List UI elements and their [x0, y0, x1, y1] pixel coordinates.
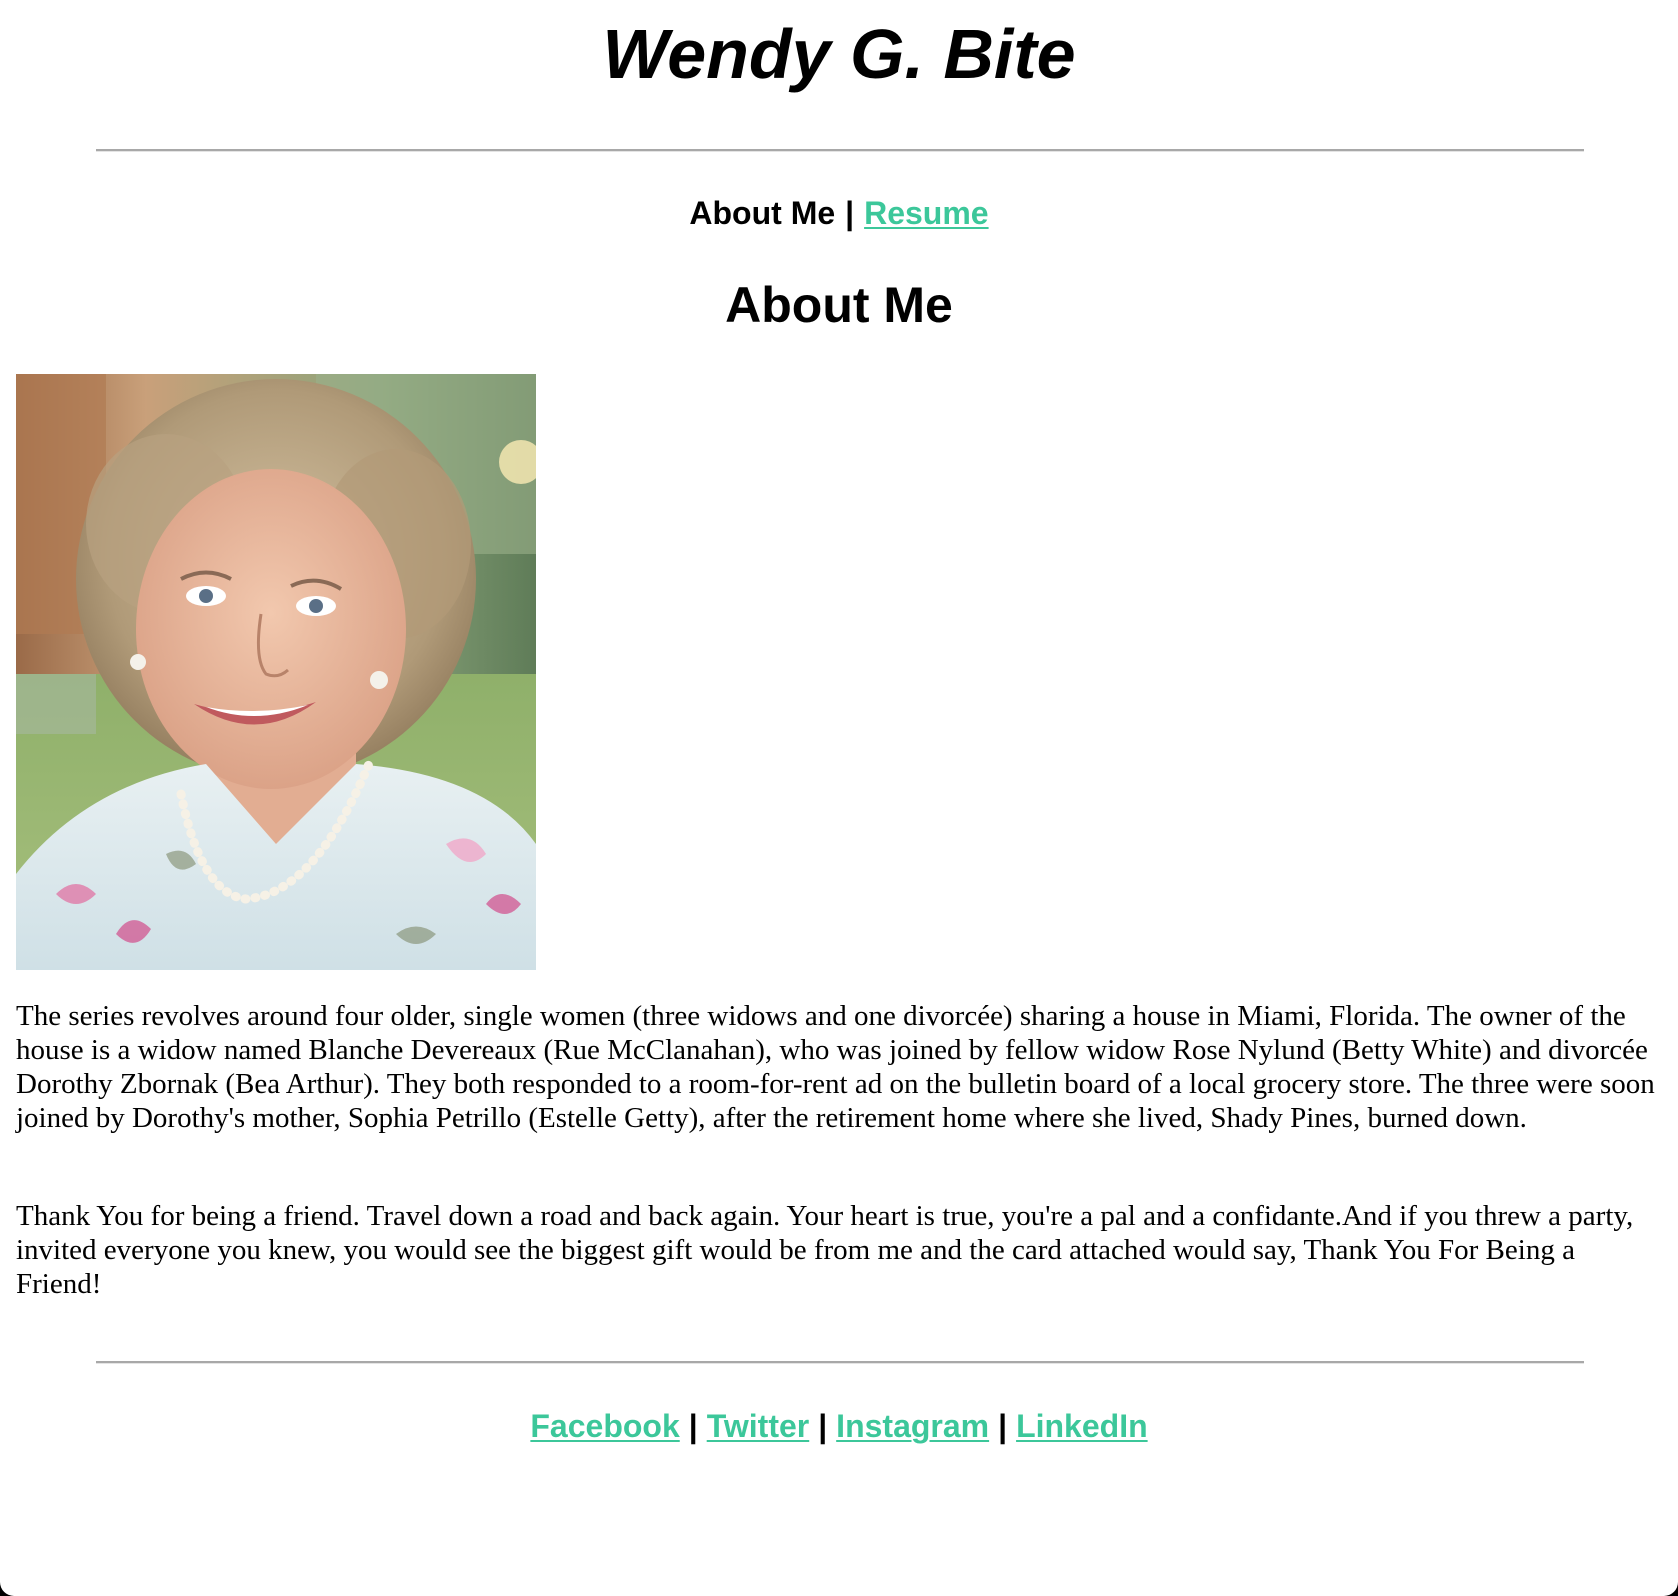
main-nav: About Me | Resume [0, 193, 1678, 233]
social-separator: | [688, 1408, 698, 1444]
instagram-link[interactable]: Instagram [836, 1408, 989, 1444]
section-heading: About Me [725, 277, 953, 333]
linkedin-link[interactable]: LinkedIn [1016, 1408, 1148, 1444]
bio-paragraph: The series revolves around four older, s… [16, 1000, 1655, 1134]
nav-link-resume[interactable]: Resume [864, 195, 989, 231]
social-links: Facebook | Twitter | Instagram | LinkedIn [0, 1406, 1678, 1446]
nav-separator: | [845, 195, 855, 231]
header-divider [96, 149, 1584, 152]
twitter-link[interactable]: Twitter [707, 1408, 810, 1444]
page: Wendy G. Bite About Me|Resume About Me [0, 0, 1678, 1596]
footer-divider [96, 1361, 1584, 1364]
site-title: Wendy G. Bite [602, 15, 1076, 93]
social-separator: | [998, 1408, 1008, 1444]
thank-you-paragraph: Thank You for being a friend. Travel dow… [16, 1200, 1634, 1300]
nav-item-about-me: About Me [689, 195, 836, 231]
portrait-photo [16, 374, 536, 970]
facebook-link[interactable]: Facebook [530, 1408, 679, 1444]
social-separator: | [818, 1408, 828, 1444]
